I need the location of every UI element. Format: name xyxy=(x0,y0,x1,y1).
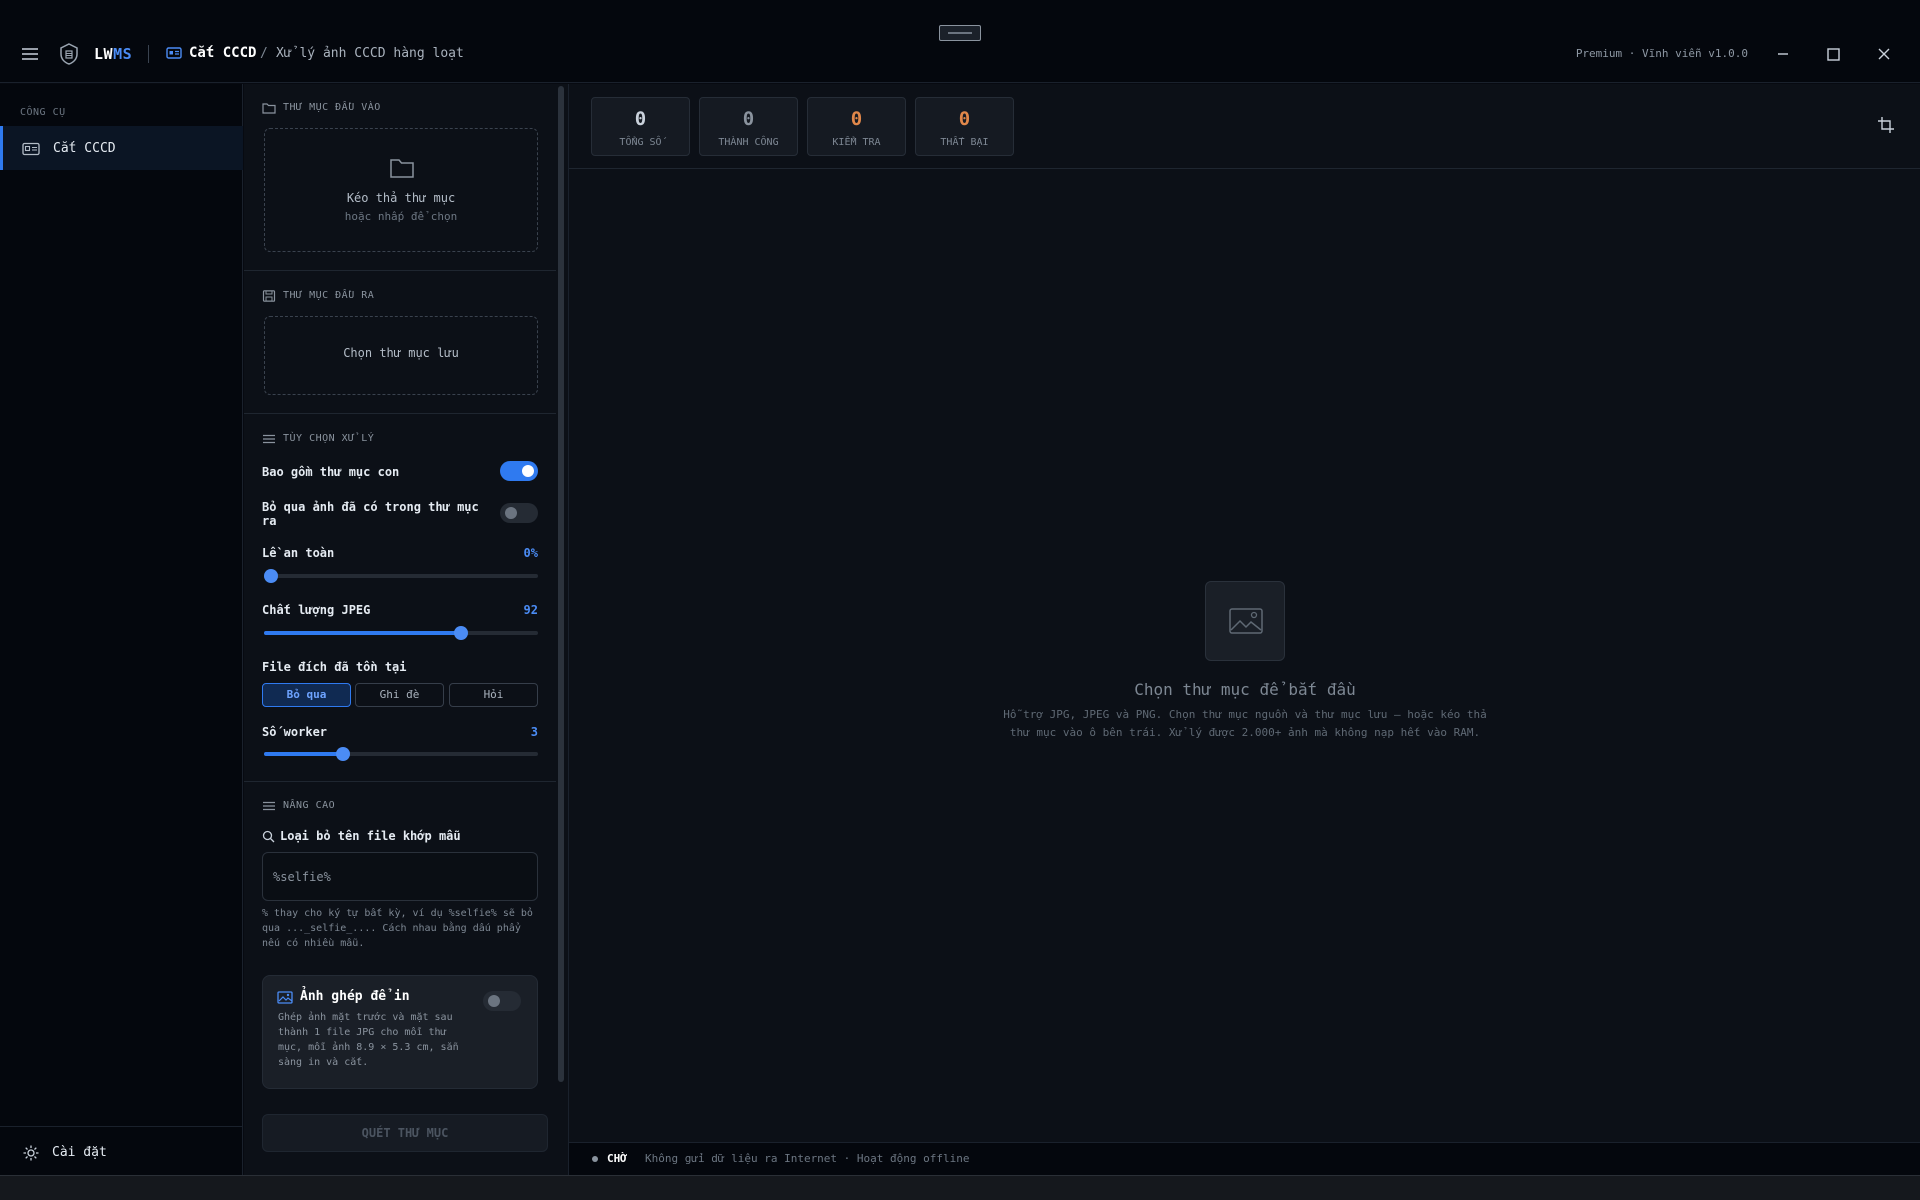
existing-file-option-skip[interactable]: Bỏ qua xyxy=(262,683,351,707)
main-area: 0 TỔNG SỐ 0 THÀNH CÔNG 0 KIỂM TRA 0 THẤT… xyxy=(568,84,1920,1175)
stat-value: 0 xyxy=(850,108,863,130)
status-indicator xyxy=(592,1156,598,1162)
section-divider xyxy=(244,781,556,782)
breadcrumb-current: Cắt CCCD xyxy=(189,45,257,61)
shield-logo-icon xyxy=(57,42,81,66)
scan-folder-button[interactable]: QUÉT THƯ MỤC xyxy=(262,1114,548,1152)
existing-file-option-ask[interactable]: Hỏi xyxy=(449,683,538,707)
sidebar-item-cat-cccd[interactable]: Cắt CCCD xyxy=(0,126,243,170)
workers-slider[interactable] xyxy=(264,747,538,761)
image-icon xyxy=(277,991,293,1004)
config-panel: THƯ MỤC ĐẦU VÀO Kéo thả thư mục hoặc nhấ… xyxy=(244,84,568,1175)
slider-thumb[interactable] xyxy=(454,626,469,640)
save-icon xyxy=(262,290,276,302)
stat-review: 0 KIỂM TRA xyxy=(807,97,906,156)
print-sheet-description: Ghép ảnh mặt trước và mặt sau thành 1 fi… xyxy=(278,1012,459,1068)
existing-file-option-overwrite[interactable]: Ghi đè xyxy=(355,683,444,707)
status-bar: CHỜ Không gửi dữ liệu ra Internet · Hoạt… xyxy=(569,1142,1920,1175)
section-divider xyxy=(244,413,556,414)
list-icon xyxy=(262,433,276,445)
print-sheet-toggle[interactable] xyxy=(483,991,521,1011)
toggle-knob xyxy=(522,465,534,477)
breadcrumb-description: Xử lý ảnh CCCD hàng loạt xyxy=(276,46,464,61)
stat-value: 0 xyxy=(634,108,647,130)
slider-fill xyxy=(264,631,462,635)
title-bar: LWMS Cắt CCCD / Xử lý ảnh CCCD hàng loạt… xyxy=(0,0,1920,83)
stat-failed: 0 THẤT BẠI xyxy=(915,97,1014,156)
empty-state-title: Chọn thư mục để bắt đầu xyxy=(1134,680,1356,699)
stat-label: KIỂM TRA xyxy=(832,137,881,148)
stat-value: 0 xyxy=(958,108,971,130)
toggle-knob xyxy=(505,507,517,519)
stat-label: THÀNH CÔNG xyxy=(718,137,779,148)
breadcrumb-separator: / xyxy=(260,46,268,61)
empty-state-description: Hỗ trợ JPG, JPEG và PNG. Chọn thư mục ng… xyxy=(1003,708,1487,739)
status-state: CHỜ xyxy=(607,1152,627,1165)
panel-scrollbar[interactable] xyxy=(558,86,564,1082)
crop-icon[interactable] xyxy=(1877,116,1895,134)
breadcrumb-divider xyxy=(148,45,149,63)
slider-thumb[interactable] xyxy=(336,747,351,761)
hamburger-menu-icon[interactable] xyxy=(20,44,40,64)
dropzone-title: Kéo thả thư mục xyxy=(346,191,456,205)
safety-margin-slider[interactable] xyxy=(264,569,538,583)
maximize-icon[interactable] xyxy=(1821,42,1845,66)
print-sheet-card: Ảnh ghép để in Ghép ảnh mặt trước và mặt… xyxy=(262,975,538,1089)
include-subfolders-label: Bao gồm thư mục con xyxy=(262,465,400,479)
input-folder-dropzone[interactable]: Kéo thả thư mục hoặc nhấp để chọn xyxy=(264,128,538,252)
filter-hint: % thay cho ký tự bất kỳ, ví dụ %selfie% … xyxy=(262,908,533,949)
window-drag-handle[interactable] xyxy=(939,25,981,41)
jpeg-quality-label: Chất lượng JPEG xyxy=(262,603,371,617)
workers-label: Số worker xyxy=(262,725,328,739)
stat-value: 0 xyxy=(742,108,755,130)
stat-success: 0 THÀNH CÔNG xyxy=(699,97,798,156)
jpeg-quality-slider[interactable] xyxy=(264,626,538,640)
minimize-icon[interactable] xyxy=(1771,42,1795,66)
sidebar-item-label: Cắt CCCD xyxy=(53,141,116,156)
image-placeholder-icon xyxy=(1205,581,1285,661)
gear-icon xyxy=(22,1144,40,1162)
stat-total: 0 TỔNG SỐ xyxy=(591,97,690,156)
folder-icon xyxy=(389,157,415,179)
settings-label: Cài đặt xyxy=(52,1145,107,1160)
existing-file-label: File đích đã tồn tại xyxy=(262,660,407,674)
slider-thumb[interactable] xyxy=(264,569,278,583)
close-icon[interactable] xyxy=(1872,42,1896,66)
nav-section-title: CÔNG CỤ xyxy=(20,107,66,118)
stat-label: THẤT BẠI xyxy=(940,137,989,148)
skip-existing-label: Bỏ qua ảnh đã có trong thư mục ra xyxy=(262,500,479,528)
stat-label: TỔNG SỐ xyxy=(619,137,662,148)
slider-fill xyxy=(264,752,344,756)
filter-pattern-input[interactable] xyxy=(262,852,538,901)
brand-name: LWMS xyxy=(94,45,133,63)
choose-output-label: Chọn thư mục lưu xyxy=(343,346,459,360)
safety-margin-label: Lề an toàn xyxy=(262,546,335,560)
section-divider xyxy=(244,270,556,271)
safety-margin-value: 0% xyxy=(523,546,538,560)
skip-existing-toggle[interactable] xyxy=(500,503,538,523)
workers-value: 3 xyxy=(530,725,538,739)
output-folder-dropzone[interactable]: Chọn thư mục lưu xyxy=(264,316,538,395)
toggle-knob xyxy=(488,995,500,1007)
list-icon xyxy=(262,800,276,812)
id-card-icon xyxy=(22,142,40,156)
license-version-label: Premium · Vĩnh viễn v1.0.0 xyxy=(1575,47,1748,60)
sidebar-item-settings[interactable]: Cài đặt xyxy=(0,1126,243,1175)
bottom-strip xyxy=(0,1175,1920,1200)
jpeg-quality-value: 92 xyxy=(523,603,538,617)
print-sheet-title: Ảnh ghép để in xyxy=(300,989,410,1004)
include-subfolders-toggle[interactable] xyxy=(500,461,538,481)
folder-icon xyxy=(262,102,276,114)
stats-bar: 0 TỔNG SỐ 0 THÀNH CÔNG 0 KIỂM TRA 0 THẤT… xyxy=(569,84,1920,169)
nav-sidebar: CÔNG CỤ Cắt CCCD Cài đặt xyxy=(0,84,243,1175)
id-card-icon xyxy=(166,46,182,60)
status-message: Không gửi dữ liệu ra Internet · Hoạt độn… xyxy=(645,1152,970,1165)
search-icon xyxy=(262,830,275,843)
dropzone-subtitle: hoặc nhấp để chọn xyxy=(344,210,458,223)
